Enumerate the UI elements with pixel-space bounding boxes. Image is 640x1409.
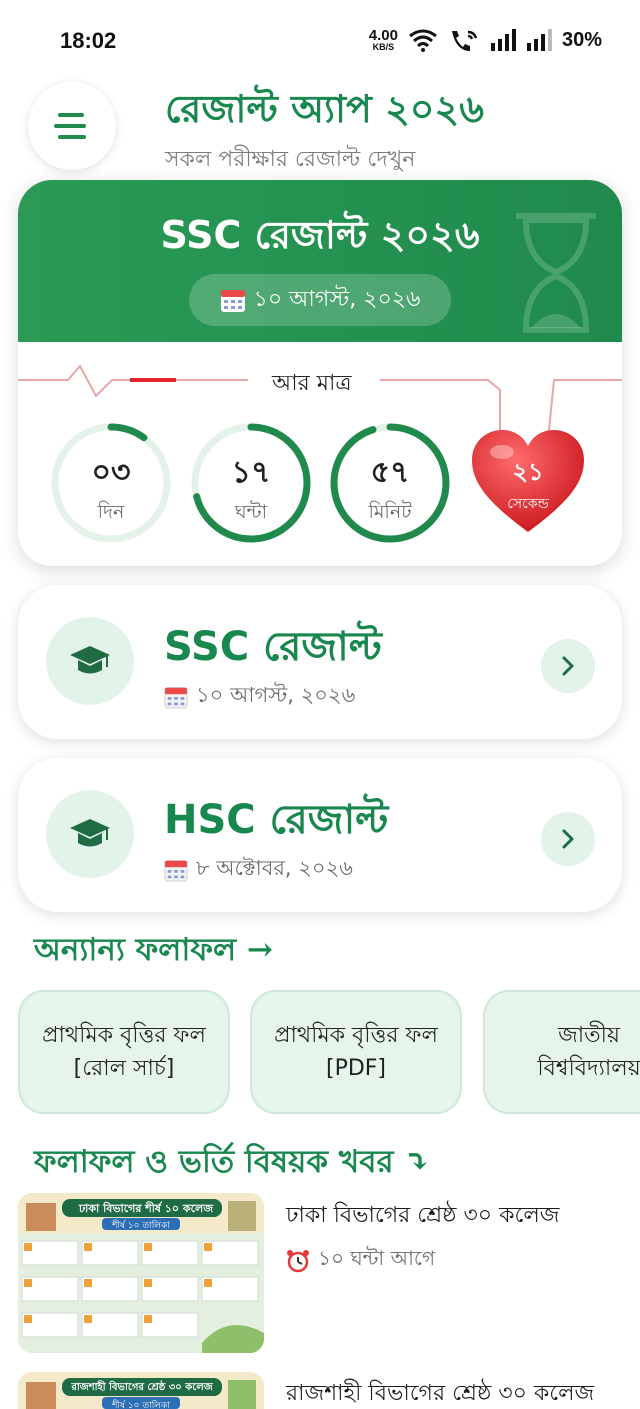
- graduation-cap-icon: [70, 819, 110, 847]
- minutes-value: ৫৭: [370, 455, 410, 490]
- countdown-date-pill: ১০ আগস্ট, ২০২৬: [189, 274, 451, 326]
- chip-line2: [রোল সার্চ]: [73, 1056, 175, 1081]
- news-time: ১০ ঘন্টা আগে: [318, 1246, 436, 1270]
- news-time-row: ১০ ঘন্টা আগে: [286, 1244, 435, 1277]
- countdown-header: SSC রেজাল্ট ২০২৬ ১০ আগস্ট, ২০২৬: [18, 180, 622, 342]
- news-thumbnail-heading: ঢাকা বিভাগের শীর্ষ ১০ কলেজ: [78, 1202, 214, 1215]
- result-card-hsc[interactable]: HSC রেজাল্ট ৮ অক্টোবর, ২০২৬: [18, 758, 622, 912]
- result-card-ssc[interactable]: SSC রেজাল্ট ১০ আগস্ট, ২০২৬: [18, 585, 622, 739]
- countdown-card[interactable]: SSC রেজাল্ট ২০২৬ ১০ আগস্ট, ২০২৬ আর মাত্র…: [18, 180, 622, 566]
- ssc-open-button[interactable]: [541, 639, 595, 693]
- wifi-calling-icon: [451, 30, 478, 51]
- hours-ring: ১৭ ঘন্টা: [188, 420, 314, 546]
- seconds-value: ২১: [512, 458, 544, 486]
- ssc-result-date: ১০ আগস্ট, ২০২৬: [196, 683, 356, 707]
- net-speed: 4.00 KB/S: [369, 28, 398, 52]
- chevron-right-icon: [562, 656, 574, 676]
- alarm-clock-icon: [287, 1249, 309, 1272]
- ssc-icon-circle: [46, 617, 134, 705]
- news-thumbnail-heading: রাজশাহী বিভাগের শ্রেষ্ঠ ৩০ কলেজ: [71, 1382, 213, 1393]
- menu-icon: [54, 113, 86, 139]
- hsc-result-date-row: ৮ অক্টোবর, ২০২৬: [164, 852, 353, 887]
- battery-level: 30%: [561, 28, 602, 51]
- news-thumbnail[interactable]: ঢাকা বিভাগের শীর্ষ ১০ কলেজ শীর্ষ ১০ তালি…: [18, 1193, 264, 1353]
- minutes-ring: ৫৭ মিনিট: [327, 420, 453, 546]
- chip-line1: জাতীয়: [558, 1023, 620, 1048]
- seconds-label: সেকেন্ড: [507, 496, 549, 512]
- status-bar: 18:02 4.00 KB/S 30%: [0, 0, 640, 80]
- hsc-icon-circle: [46, 790, 134, 878]
- signal-icon: [490, 29, 516, 51]
- signal-2-icon: [526, 29, 552, 51]
- chip-line1: প্রাথমিক বৃত্তির ফল: [42, 1023, 206, 1048]
- calendar-icon: [220, 290, 245, 312]
- countdown-date: ১০ আগস্ট, ২০২৬: [253, 286, 421, 312]
- status-time: 18:02: [60, 28, 117, 53]
- other-results-title[interactable]: অন্যান্য ফলাফল →: [34, 926, 273, 978]
- countdown-title: SSC রেজাল্ট ২০২৬: [160, 213, 480, 257]
- calendar-icon: [164, 686, 188, 709]
- minutes-label: মিনিট: [368, 501, 412, 523]
- chip-line1: প্রাথমিক বৃত্তির ফল: [274, 1023, 438, 1048]
- wifi-icon: [409, 29, 437, 52]
- news-thumbnail[interactable]: রাজশাহী বিভাগের শ্রেষ্ঠ ৩০ কলেজ শীর্ষ ১০…: [18, 1372, 264, 1409]
- chip-line2: [PDF]: [325, 1056, 387, 1081]
- calendar-icon: [164, 859, 188, 882]
- hsc-result-date: ৮ অক্টোবর, ২০২৬: [196, 856, 353, 880]
- news-title[interactable]: রাজশাহী বিভাগের শ্রেষ্ঠ ৩০ কলেজ: [286, 1376, 594, 1409]
- ssc-result-date-row: ১০ আগস্ট, ২০২৬: [164, 679, 355, 714]
- chevron-right-icon: [562, 829, 574, 849]
- chip-line2: বিশ্ববিদ্যালয়: [537, 1056, 640, 1081]
- net-speed-unit: KB/S: [372, 42, 395, 52]
- chip-primary-scholarship-pdf[interactable]: প্রাথমিক বৃত্তির ফল [PDF]: [250, 990, 462, 1114]
- days-ring: ০৩ দিন: [48, 420, 174, 546]
- hours-label: ঘন্টা: [234, 501, 268, 523]
- chip-primary-scholarship-roll[interactable]: প্রাথমিক বৃত্তির ফল [রোল সার্চ]: [18, 990, 230, 1114]
- chip-national-university[interactable]: জাতীয় বিশ্ববিদ্যালয়: [483, 990, 640, 1114]
- ssc-result-title: SSC রেজাল্ট: [164, 624, 382, 670]
- days-value: ০৩: [91, 455, 131, 490]
- news-title[interactable]: ঢাকা বিভাগের শ্রেষ্ঠ ৩০ কলেজ: [286, 1198, 559, 1235]
- app-title: রেজাল্ট অ্যাপ ২০২৬: [165, 86, 484, 131]
- seconds-heart: ২১ সেকেন্ড: [470, 426, 586, 536]
- net-speed-value: 4.00: [368, 27, 398, 44]
- news-thumbnail-badge: শীর্ষ ১০ তালিকা: [112, 1401, 170, 1409]
- news-thumbnail-badge: শীর্ষ ১০ তালিকা: [112, 1221, 170, 1231]
- days-label: দিন: [97, 501, 125, 523]
- hours-value: ১৭: [231, 455, 271, 490]
- news-section-title: ফলাফল ও ভর্তি বিষয়ক খবর ⤵: [34, 1144, 431, 1180]
- hsc-open-button[interactable]: [541, 812, 595, 866]
- app-subtitle: সকল পরীক্ষার রেজাল্ট দেখুন: [165, 147, 416, 172]
- hsc-result-title: HSC রেজাল্ট: [164, 797, 389, 843]
- status-icons: 4.00 KB/S 30%: [369, 28, 602, 52]
- other-results-chips: প্রাথমিক বৃত্তির ফল [রোল সার্চ] প্রাথমিক…: [0, 990, 640, 1116]
- countdown-remaining-label: আর মাত্র: [262, 366, 362, 403]
- menu-button[interactable]: [28, 82, 116, 170]
- graduation-cap-icon: [70, 646, 110, 674]
